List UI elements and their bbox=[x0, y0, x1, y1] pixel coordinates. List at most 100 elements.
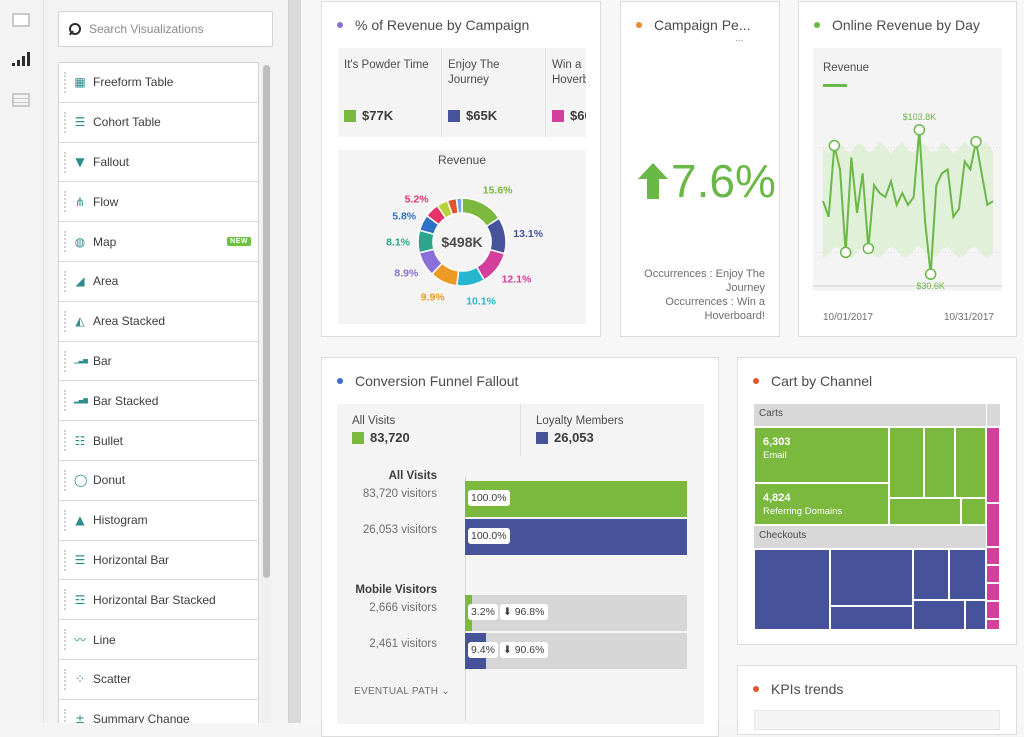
viz-item-bar-stacked[interactable]: ▂▄▆ Bar Stacked bbox=[59, 381, 258, 422]
treemap-cell-email[interactable]: 6,303 Email bbox=[754, 427, 889, 483]
cell-value: 4,824 bbox=[763, 492, 791, 504]
funnel-bar-track[interactable]: 9.4% ⬇ 90.6% bbox=[465, 633, 687, 669]
funnel-step-name[interactable]: All Visits bbox=[389, 470, 437, 482]
drag-handle-icon[interactable] bbox=[64, 668, 66, 690]
donut-slice-label: 10.1% bbox=[466, 296, 496, 308]
treemap-cell[interactable] bbox=[830, 549, 913, 606]
viz-item-cohort-table[interactable]: ☰ Cohort Table bbox=[59, 102, 258, 143]
anomaly-point[interactable] bbox=[970, 135, 982, 148]
treemap-cell-referring-domains[interactable]: 4,824 Referring Domains bbox=[754, 483, 889, 525]
donut-slice-label: 9.9% bbox=[421, 291, 446, 303]
treemap-cell[interactable] bbox=[986, 619, 1000, 630]
drag-handle-icon[interactable] bbox=[64, 191, 66, 213]
viz-item-summary-change[interactable]: ± Summary Change bbox=[59, 699, 258, 723]
drag-handle-icon[interactable] bbox=[64, 390, 66, 412]
viz-item-scatter[interactable]: ⁘ Scatter bbox=[59, 659, 258, 700]
kpi-trends-content bbox=[754, 710, 1000, 730]
viz-item-line[interactable]: 〰 Line bbox=[59, 620, 258, 660]
scatter-icon: ⁘ bbox=[74, 672, 86, 687]
treemap-cell[interactable] bbox=[830, 606, 913, 630]
treemap-cell[interactable] bbox=[961, 498, 986, 525]
campaign-tile[interactable]: It's Powder Time $77K bbox=[338, 48, 442, 137]
components-icon[interactable] bbox=[12, 93, 30, 107]
treemap-cell[interactable] bbox=[754, 549, 830, 630]
drag-handle-icon[interactable] bbox=[64, 231, 66, 253]
funnel-bar-track[interactable]: 100.0% bbox=[465, 519, 687, 555]
anomaly-point[interactable] bbox=[828, 139, 841, 152]
panel-divider[interactable] bbox=[288, 0, 301, 723]
cart-by-channel-panel[interactable]: Cart by Channel Carts 6,303 Email 4,824 … bbox=[737, 357, 1017, 645]
drag-handle-icon[interactable] bbox=[64, 72, 66, 93]
drag-handle-icon[interactable] bbox=[64, 350, 66, 372]
drag-handle-icon[interactable] bbox=[64, 430, 66, 452]
campaign-tile[interactable]: Enjoy The Journey $65K bbox=[442, 48, 546, 137]
funnel-bar-track[interactable]: 100.0% bbox=[465, 481, 687, 517]
visualizations-icon[interactable] bbox=[12, 52, 30, 66]
left-rail bbox=[0, 0, 44, 723]
treemap-group-checkouts[interactable]: Checkouts bbox=[754, 526, 986, 548]
color-swatch bbox=[352, 431, 364, 444]
drag-handle-icon[interactable] bbox=[64, 629, 66, 651]
treemap-cell[interactable] bbox=[889, 498, 961, 525]
scrollbar-thumb[interactable] bbox=[263, 65, 270, 578]
viz-item-bullet[interactable]: ☷ Bullet bbox=[59, 421, 258, 461]
conversion-funnel-panel[interactable]: Conversion Funnel Fallout All Visits 83,… bbox=[321, 357, 719, 737]
campaign-performance-panel[interactable]: Campaign Pe... ... 7.6% Occurrences : En… bbox=[620, 1, 780, 337]
anomaly-point[interactable] bbox=[924, 268, 937, 280]
anomaly-point[interactable] bbox=[913, 124, 926, 136]
drag-handle-icon[interactable] bbox=[64, 111, 66, 133]
treemap-group-carts[interactable]: Carts bbox=[754, 404, 986, 426]
drag-handle-icon[interactable] bbox=[64, 469, 66, 491]
treemap-cell[interactable] bbox=[986, 503, 1000, 547]
viz-item-horizontal-bar[interactable]: ☰ Horizontal Bar bbox=[59, 540, 258, 581]
viz-item-donut[interactable]: ◯ Donut bbox=[59, 460, 258, 501]
anomaly-point[interactable] bbox=[862, 242, 875, 255]
drag-handle-icon[interactable] bbox=[64, 589, 66, 611]
viz-item-freeform-table[interactable]: ▦ Freeform Table bbox=[59, 63, 258, 103]
campaign-revenue-panel[interactable]: % of Revenue by Campaign It's Powder Tim… bbox=[321, 1, 601, 337]
treemap-cell[interactable] bbox=[986, 565, 1000, 583]
treemap-cell[interactable] bbox=[965, 600, 986, 630]
viz-item-histogram[interactable]: ▲ Histogram bbox=[59, 500, 258, 541]
panels-icon[interactable] bbox=[12, 13, 30, 27]
drag-handle-icon[interactable] bbox=[64, 310, 66, 332]
drag-handle-icon[interactable] bbox=[64, 270, 66, 292]
campaign-tile[interactable]: Win a Hoverboard! $60K bbox=[546, 48, 586, 137]
online-revenue-panel[interactable]: Online Revenue by Day Revenue $103.8K $30… bbox=[798, 1, 1017, 337]
funnel-body: EVENTUAL PATH ⌄ All Visits 83,720 visitor… bbox=[337, 456, 704, 724]
search-box[interactable] bbox=[58, 11, 273, 47]
treemap-cell[interactable] bbox=[986, 427, 1000, 503]
anomaly-point[interactable] bbox=[839, 246, 852, 259]
viz-item-horizontal-bar-stacked[interactable]: ☲ Horizontal Bar Stacked bbox=[59, 580, 258, 621]
funnel-bar-track[interactable]: 3.2% ⬇ 96.8% bbox=[465, 595, 687, 631]
treemap-cell[interactable] bbox=[913, 549, 949, 600]
viz-item-fallout[interactable]: ▼ Fallout bbox=[59, 142, 258, 183]
treemap-cell[interactable] bbox=[986, 583, 1000, 601]
kpi-trends-panel[interactable]: KPIs trends bbox=[737, 665, 1017, 735]
search-input[interactable] bbox=[89, 22, 259, 36]
viz-item-bar[interactable]: ▁▃▅ Bar bbox=[59, 341, 258, 382]
treemap-cell[interactable] bbox=[955, 427, 986, 498]
viz-item-flow[interactable]: ⋔ Flow bbox=[59, 182, 258, 223]
drag-handle-icon[interactable] bbox=[64, 708, 66, 723]
drag-handle-icon[interactable] bbox=[64, 509, 66, 531]
viz-item-map[interactable]: ◍ Map NEW bbox=[59, 222, 258, 262]
campaign-name: Win a Hoverboard! bbox=[552, 59, 586, 86]
segment-loyalty-members[interactable]: Loyalty Members 26,053 bbox=[521, 404, 704, 456]
viz-item-area-stacked[interactable]: ◭ Area Stacked bbox=[59, 301, 258, 342]
treemap-cell[interactable] bbox=[889, 427, 924, 498]
drag-handle-icon[interactable] bbox=[64, 549, 66, 571]
drag-handle-icon[interactable] bbox=[64, 151, 66, 173]
segment-header: All Visits 83,720 Loyalty Members 26,053 bbox=[337, 404, 704, 456]
treemap-cell[interactable] bbox=[924, 427, 955, 498]
more-ellipsis[interactable]: ... bbox=[735, 33, 743, 44]
eventual-path-dropdown[interactable]: EVENTUAL PATH ⌄ bbox=[354, 686, 450, 697]
treemap-cell[interactable] bbox=[949, 549, 986, 600]
treemap-cell[interactable] bbox=[913, 600, 965, 630]
segment-all-visits[interactable]: All Visits 83,720 bbox=[337, 404, 521, 456]
viz-item-area[interactable]: ◢ Area bbox=[59, 261, 258, 302]
treemap-cell[interactable] bbox=[986, 547, 1000, 565]
funnel-step-name[interactable]: Mobile Visitors bbox=[355, 584, 437, 596]
treemap-cell[interactable] bbox=[986, 601, 1000, 619]
eventual-path-label: EVENTUAL PATH bbox=[354, 686, 439, 697]
